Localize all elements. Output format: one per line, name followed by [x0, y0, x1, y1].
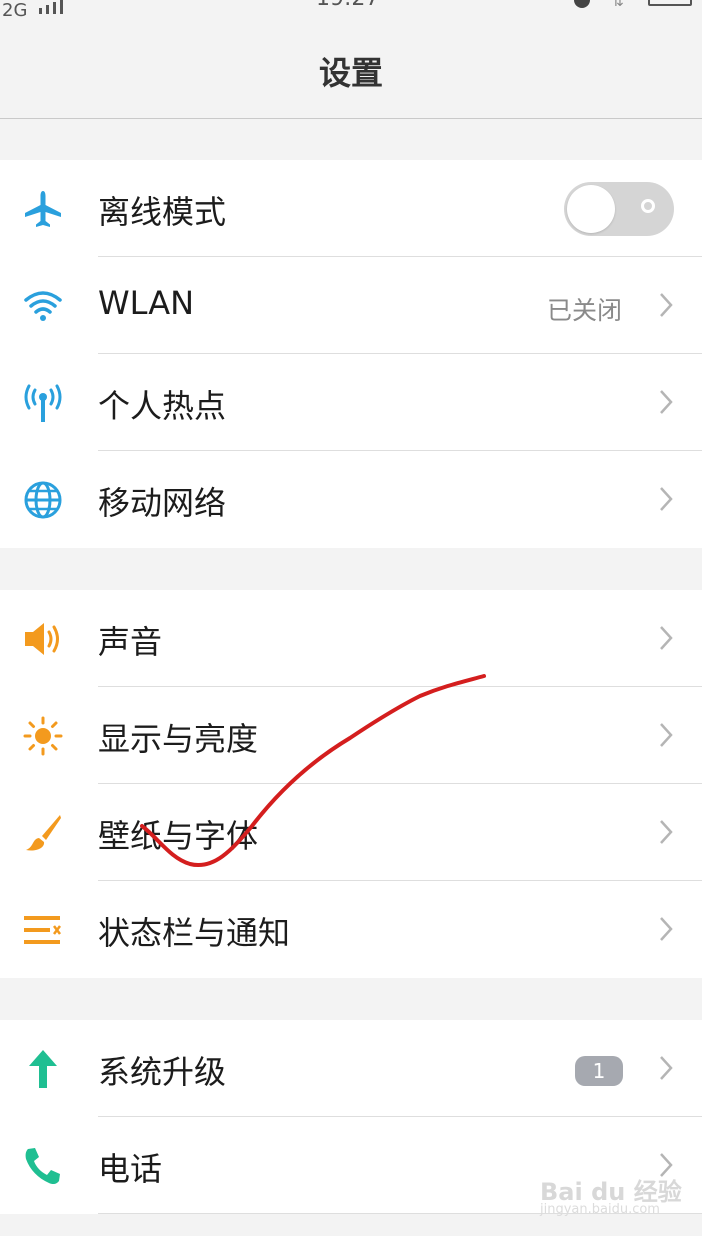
setting-label: 显示与亮度 — [98, 720, 259, 758]
update-count-badge: 1 — [575, 1056, 623, 1086]
settings-group-display: 声音 显示与亮度 壁纸与字体 状态栏与通知 — [0, 590, 702, 978]
chevron-right-icon — [660, 487, 673, 511]
airplane-icon — [25, 191, 61, 227]
page-title: 设置 — [318, 54, 383, 92]
chevron-right-icon — [660, 390, 673, 414]
setting-label: WLAN — [98, 284, 195, 322]
notification-dot-icon — [574, 0, 590, 8]
setting-display-brightness[interactable]: 显示与亮度 — [0, 687, 702, 784]
setting-sound[interactable]: 声音 — [0, 590, 702, 687]
chevron-right-icon — [660, 1056, 673, 1080]
signal-indicator: 2G — [2, 0, 67, 21]
chevron-right-icon — [660, 293, 673, 317]
toggle-off-icon — [641, 199, 655, 213]
setting-label: 声音 — [98, 623, 163, 661]
watermark: Bai du 经验 jingyan.baidu.com — [536, 1160, 696, 1230]
setting-label: 系统升级 — [98, 1053, 227, 1091]
sun-icon — [23, 716, 63, 756]
brush-icon — [26, 815, 61, 851]
airplane-mode-toggle[interactable] — [564, 182, 674, 236]
setting-mobile-network[interactable]: 移动网络 — [0, 451, 702, 548]
network-type: 2G — [2, 0, 28, 21]
signal-bars-icon — [39, 0, 67, 19]
setting-label: 状态栏与通知 — [98, 914, 291, 952]
toggle-knob — [567, 185, 615, 233]
setting-airplane-mode[interactable]: 离线模式 — [0, 160, 702, 257]
speaker-icon — [25, 623, 59, 655]
setting-hotspot[interactable]: 个人热点 — [0, 354, 702, 451]
setting-label: 电话 — [98, 1150, 163, 1188]
setting-system-update[interactable]: 系统升级 1 — [0, 1020, 702, 1117]
clock: 19:27 — [316, 0, 379, 11]
status-bar: 2G 19:27 ⇅ — [0, 0, 702, 22]
chevron-right-icon — [660, 820, 673, 844]
chevron-right-icon — [660, 723, 673, 747]
hotspot-icon — [24, 384, 62, 422]
setting-label: 移动网络 — [98, 484, 227, 522]
chevron-right-icon — [660, 917, 673, 941]
setting-statusbar-notifications[interactable]: 状态栏与通知 — [0, 881, 702, 978]
battery-icon — [648, 0, 692, 6]
phone-icon — [25, 1148, 60, 1185]
setting-label: 壁纸与字体 — [98, 817, 259, 855]
menu-list-icon — [24, 916, 61, 944]
setting-wallpaper-font[interactable]: 壁纸与字体 — [0, 784, 702, 881]
data-transfer-icon: ⇅ — [612, 0, 624, 10]
settings-group-network: 离线模式 WLAN 已关闭 个人热点 移动网络 — [0, 160, 702, 548]
setting-label: 离线模式 — [98, 193, 227, 231]
wifi-icon — [24, 291, 62, 321]
setting-label: 个人热点 — [98, 387, 227, 425]
wlan-status-value: 已关闭 — [546, 296, 622, 325]
title-bar: 设置 — [0, 22, 702, 119]
setting-wlan[interactable]: WLAN 已关闭 — [0, 257, 702, 354]
watermark-url: jingyan.baidu.com — [540, 1202, 660, 1217]
globe-icon — [24, 481, 62, 519]
chevron-right-icon — [660, 626, 673, 650]
arrow-up-icon — [29, 1050, 57, 1088]
